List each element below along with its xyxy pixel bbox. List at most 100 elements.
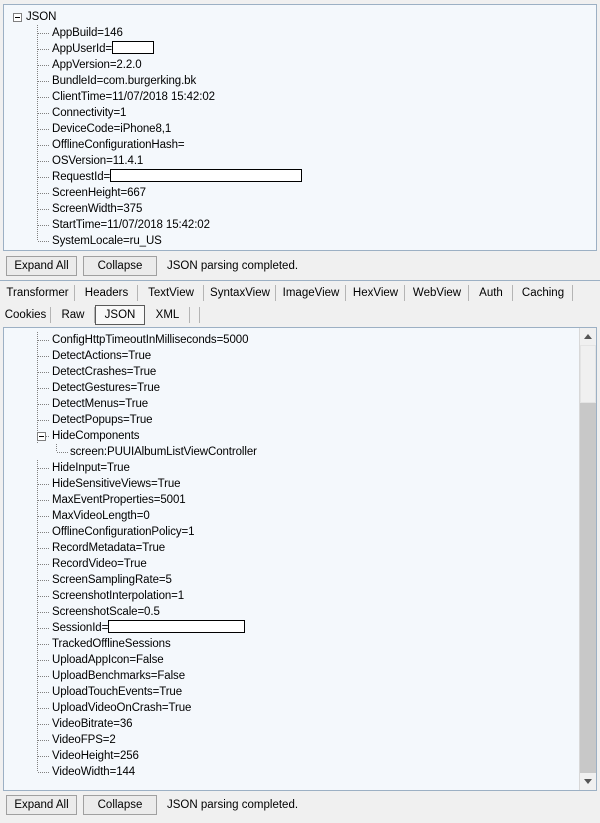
tree-node[interactable]: StartTime=11/07/2018 15:42:02: [4, 217, 596, 233]
tree-node[interactable]: screen:PUUIAlbumListViewController: [4, 444, 579, 460]
tree-node[interactable]: VideoFPS=2: [4, 732, 579, 748]
top-expand-all-button[interactable]: Expand All: [6, 256, 77, 276]
tree-connector-horizontal: [38, 145, 50, 146]
tree-node[interactable]: HideComponents: [4, 428, 579, 444]
tree-node[interactable]: SessionId=: [4, 620, 579, 636]
tree-node-label: OSVersion=11.4.1: [52, 155, 144, 167]
inspector-tab-row-1: Transformer Headers TextView SyntaxView Imag…: [0, 282, 600, 304]
tree-root-node[interactable]: JSON: [4, 9, 596, 25]
bottom-tree-toolbar: Expand All Collapse JSON parsing complet…: [0, 792, 600, 818]
tree-expander-minus-icon[interactable]: [13, 13, 22, 22]
tree-expander-minus-icon[interactable]: [37, 432, 46, 441]
tree-node[interactable]: RecordMetadata=True: [4, 540, 579, 556]
tree-node[interactable]: DetectGestures=True: [4, 380, 579, 396]
tab-headers[interactable]: Headers: [75, 282, 138, 304]
bottom-json-tree[interactable]: ConfigHttpTimeoutInMilliseconds=5000 Dete…: [4, 328, 579, 780]
tab-auth[interactable]: Auth: [469, 282, 513, 304]
tree-node[interactable]: ClientTime=11/07/2018 15:42:02: [4, 89, 596, 105]
tree-node[interactable]: MaxVideoLength=0: [4, 508, 579, 524]
tree-node-label: OfflineConfigurationHash=: [52, 139, 185, 151]
tree-node-label: UploadBenchmarks=False: [52, 670, 185, 682]
top-tree-toolbar: Expand All Collapse JSON parsing complet…: [0, 253, 600, 279]
tree-node[interactable]: DetectMenus=True: [4, 396, 579, 412]
tree-node[interactable]: UploadBenchmarks=False: [4, 668, 579, 684]
top-json-tree[interactable]: JSON AppBuild=146 AppUserId= AppVersion=2.2…: [4, 5, 596, 249]
bottom-expand-all-button[interactable]: Expand All: [6, 795, 77, 815]
tab-cookies[interactable]: Cookies: [0, 304, 51, 326]
tree-node[interactable]: HideSensitiveViews=True: [4, 476, 579, 492]
tree-node-label: VideoFPS=2: [52, 734, 116, 746]
tree-node[interactable]: AppBuild=146: [4, 25, 596, 41]
tree-node[interactable]: RequestId=: [4, 169, 596, 185]
tree-connector-horizontal: [38, 596, 50, 597]
tab-webview[interactable]: WebView: [405, 282, 469, 304]
tree-node[interactable]: OSVersion=11.4.1: [4, 153, 596, 169]
tree-node[interactable]: ScreenWidth=375: [4, 201, 596, 217]
tree-node[interactable]: VideoBitrate=36: [4, 716, 579, 732]
tree-node[interactable]: UploadAppIcon=False: [4, 652, 579, 668]
tree-node[interactable]: HideInput=True: [4, 460, 579, 476]
tree-node[interactable]: DeviceCode=iPhone8,1: [4, 121, 596, 137]
tree-node[interactable]: ConfigHttpTimeoutInMilliseconds=5000: [4, 332, 579, 348]
tree-node-label: VideoWidth=144: [52, 766, 136, 778]
inspector-tab-row-2: Cookies Raw JSON XML: [0, 304, 600, 326]
scrollbar-track[interactable]: [580, 345, 596, 773]
scroll-up-button[interactable]: [580, 328, 596, 345]
tree-node[interactable]: DetectActions=True: [4, 348, 579, 364]
tree-node[interactable]: Connectivity=1: [4, 105, 596, 121]
tree-node-label: screen:PUUIAlbumListViewController: [70, 446, 257, 458]
bottom-collapse-button[interactable]: Collapse: [83, 795, 157, 815]
tree-connector-horizontal: [38, 532, 50, 533]
tab-textview[interactable]: TextView: [138, 282, 204, 304]
tab-json[interactable]: JSON: [95, 305, 145, 325]
tree-node-label: VideoHeight=256: [52, 750, 139, 762]
tree-node[interactable]: ScreenshotInterpolation=1: [4, 588, 579, 604]
tree-node[interactable]: ScreenSamplingRate=5: [4, 572, 579, 588]
tree-node-label: ConfigHttpTimeoutInMilliseconds=5000: [52, 334, 249, 346]
tree-node[interactable]: OfflineConfigurationPolicy=1: [4, 524, 579, 540]
scroll-down-button[interactable]: [580, 773, 596, 790]
tree-connector-horizontal: [38, 740, 50, 741]
tree-node-label: DetectGestures=True: [52, 382, 160, 394]
tree-node-label: HideInput=True: [52, 462, 130, 474]
tab-syntaxview[interactable]: SyntaxView: [204, 282, 276, 304]
tree-node[interactable]: OfflineConfigurationHash=: [4, 137, 596, 153]
tab-raw[interactable]: Raw: [51, 304, 95, 326]
tree-node[interactable]: DetectPopups=True: [4, 412, 579, 428]
bottom-tree-scroll-area[interactable]: ConfigHttpTimeoutInMilliseconds=5000 Dete…: [4, 328, 579, 790]
tree-connector-horizontal: [38, 97, 50, 98]
redacted-value-box: [112, 41, 155, 55]
tab-hexview[interactable]: HexView: [346, 282, 405, 304]
tree-node[interactable]: DetectCrashes=True: [4, 364, 579, 380]
tree-node[interactable]: BundleId=com.burgerking.bk: [4, 73, 596, 89]
tree-node-label: OfflineConfigurationPolicy=1: [52, 526, 195, 538]
tree-node[interactable]: UploadTouchEvents=True: [4, 684, 579, 700]
bottom-tree-vertical-scrollbar[interactable]: [579, 328, 596, 790]
tree-node[interactable]: ScreenHeight=667: [4, 185, 596, 201]
top-tree-scroll-area[interactable]: JSON AppBuild=146 AppUserId= AppVersion=2.2…: [4, 5, 596, 250]
scrollbar-thumb[interactable]: [580, 345, 596, 403]
tree-node[interactable]: AppVersion=2.2.0: [4, 57, 596, 73]
tab-transformer[interactable]: Transformer: [0, 282, 75, 304]
tree-node[interactable]: AppUserId=: [4, 41, 596, 57]
response-json-tree-panel[interactable]: ConfigHttpTimeoutInMilliseconds=5000 Dete…: [3, 327, 597, 791]
tree-connector-vertical: [37, 764, 38, 772]
tab-caching[interactable]: Caching: [513, 282, 573, 304]
tree-node[interactable]: TrackedOfflineSessions: [4, 636, 579, 652]
tree-node[interactable]: VideoHeight=256: [4, 748, 579, 764]
tree-connector-horizontal: [38, 404, 50, 405]
tab-imageview[interactable]: ImageView: [276, 282, 346, 304]
tree-node[interactable]: UploadVideoOnCrash=True: [4, 700, 579, 716]
tab-xml[interactable]: XML: [145, 304, 190, 326]
tree-connector-horizontal: [38, 420, 50, 421]
tree-node[interactable]: MaxEventProperties=5001: [4, 492, 579, 508]
top-collapse-button[interactable]: Collapse: [83, 256, 157, 276]
tree-connector-horizontal: [38, 724, 50, 725]
tree-node-label: UploadAppIcon=False: [52, 654, 164, 666]
tree-node[interactable]: SystemLocale=ru_US: [4, 233, 596, 249]
tree-node[interactable]: VideoWidth=144: [4, 764, 579, 780]
tree-node[interactable]: RecordVideo=True: [4, 556, 579, 572]
request-json-tree-panel[interactable]: JSON AppBuild=146 AppUserId= AppVersion=2.2…: [3, 4, 597, 251]
tree-connector-horizontal: [38, 49, 50, 50]
tree-node[interactable]: ScreenshotScale=0.5: [4, 604, 579, 620]
